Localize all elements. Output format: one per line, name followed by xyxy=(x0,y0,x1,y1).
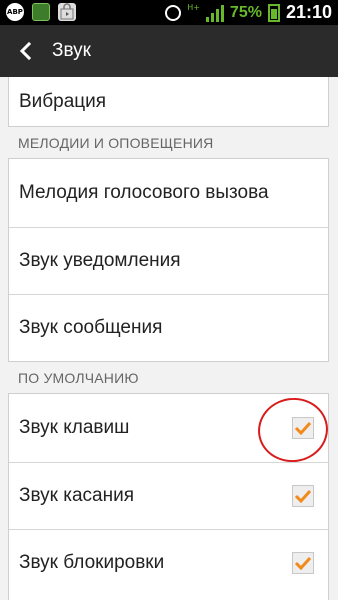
list-item-label: Звук касания xyxy=(19,485,135,506)
checkmark-icon xyxy=(294,556,312,570)
list-item-label: Звук клавиш xyxy=(19,417,130,438)
list-item-notification-sound[interactable]: Звук уведомления xyxy=(9,228,328,294)
list-item-vibration[interactable]: Вибрация xyxy=(9,77,328,127)
app-cube-icon xyxy=(32,3,50,21)
list-item-keypad-sound[interactable]: Звук клавиш xyxy=(9,394,328,462)
network-type: H+ xyxy=(187,3,200,12)
battery-percent: 75% xyxy=(229,3,262,21)
abp-icon: ABP xyxy=(6,3,24,21)
vibration-card: Вибрация xyxy=(8,77,329,127)
list-item-label: Звук сообщения xyxy=(19,317,163,338)
list-item-message-sound[interactable]: Звук сообщения xyxy=(9,295,328,361)
defaults-card: Звук клавиш Звук касания Звук блокировки xyxy=(8,393,329,600)
list-item-voice-call-ringtone[interactable]: Мелодия голосового вызова xyxy=(9,159,328,227)
list-item-label: Звук блокировки xyxy=(19,552,165,573)
list-item-label: Вибрация xyxy=(19,91,107,112)
list-item-touch-sound[interactable]: Звук касания xyxy=(9,463,328,529)
back-button[interactable] xyxy=(0,25,52,77)
checkbox-keypad-sound[interactable] xyxy=(292,417,314,439)
alarm-icon xyxy=(165,4,182,21)
page-title: Звук xyxy=(52,40,91,61)
chevron-left-icon xyxy=(19,41,32,61)
checkmark-icon xyxy=(294,489,312,503)
clock-time: 21:10 xyxy=(285,2,332,22)
list-item-lock-sound[interactable]: Звук блокировки xyxy=(9,530,328,596)
list-item-label: Мелодия голосового вызова xyxy=(19,182,269,203)
battery-icon xyxy=(267,3,280,22)
status-bar-system: H+ 75% 21:10 xyxy=(165,2,332,23)
list-item-label: Звук уведомления xyxy=(19,250,181,271)
checkmark-icon xyxy=(294,421,312,435)
section-header-defaults: ПО УМОЛЧАНИЮ xyxy=(18,370,139,386)
checkbox-touch-sound[interactable] xyxy=(292,485,314,507)
status-bar-notifications: ABP xyxy=(6,3,76,21)
action-bar: Звук xyxy=(0,25,338,77)
shopping-bag-glyph xyxy=(60,3,74,20)
signal-icon xyxy=(205,4,224,22)
status-bar: ABP H+ 75% 21:10 xyxy=(0,0,338,25)
melodies-card: Мелодия голосового вызова Звук уведомлен… xyxy=(8,158,329,362)
section-header-melodies: МЕЛОДИИ И ОПОВЕЩЕНИЯ xyxy=(18,135,214,151)
checkbox-lock-sound[interactable] xyxy=(292,552,314,574)
shopping-bag-icon xyxy=(58,3,76,21)
